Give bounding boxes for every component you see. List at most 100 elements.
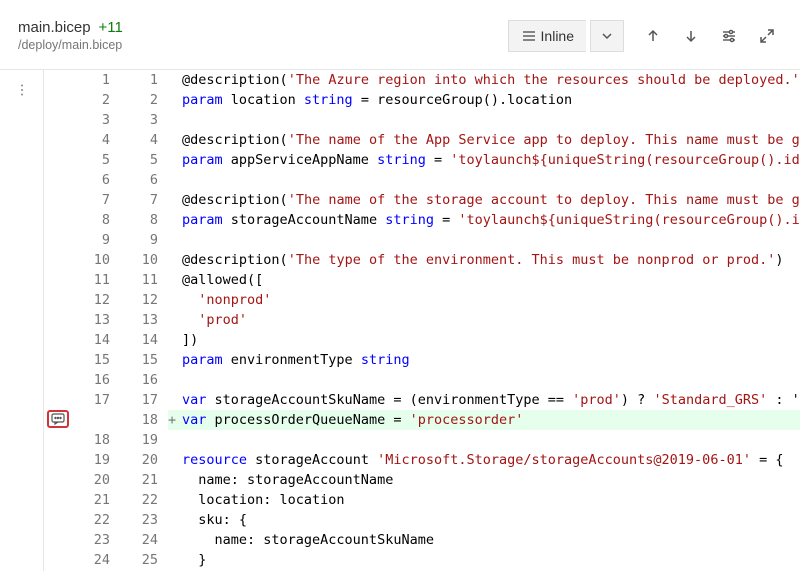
more-vertical-icon <box>15 83 29 97</box>
line-number-new: 14 <box>120 330 168 350</box>
line-number-new: 25 <box>120 550 168 570</box>
code-line: 11 @description('The Azure region into wh… <box>44 70 800 90</box>
line-number-new: 17 <box>120 390 168 410</box>
code-line: 2324 name: storageAccountSkuName <box>44 530 800 550</box>
line-number-new: 22 <box>120 490 168 510</box>
line-number-old: 20 <box>72 470 120 490</box>
sliders-icon <box>721 28 737 44</box>
comment-icon <box>51 413 65 425</box>
code-content: var storageAccountSkuName = (environment… <box>182 390 800 410</box>
code-content: @description('The name of the storage ac… <box>182 190 800 210</box>
code-content: @description('The type of the environmen… <box>182 250 800 270</box>
next-diff-button[interactable] <box>674 20 708 52</box>
code-line: 1717 var storageAccountSkuName = (environ… <box>44 390 800 410</box>
code-content: param location string = resourceGroup().… <box>182 90 800 110</box>
code-line: 1010@description('The type of the enviro… <box>44 250 800 270</box>
code-line: 1616 <box>44 370 800 390</box>
header-toolbar: Inline <box>508 20 784 52</box>
line-number-new: 12 <box>120 290 168 310</box>
code-content: resource storageAccount 'Microsoft.Stora… <box>182 450 800 470</box>
line-number-new: 19 <box>120 430 168 450</box>
line-number-new: 5 <box>120 150 168 170</box>
line-number-new: 13 <box>120 310 168 330</box>
code-line: 2223 sku: { <box>44 510 800 530</box>
list-view-icon <box>521 28 537 44</box>
line-number-new: 1 <box>120 70 168 90</box>
file-name: main.bicep <box>18 19 91 36</box>
line-number-new: 7 <box>120 190 168 210</box>
code-content: @allowed([ <box>182 270 800 290</box>
more-actions-button[interactable] <box>5 80 39 100</box>
code-content: sku: { <box>182 510 800 530</box>
diff-view-mode-dropdown[interactable] <box>590 20 624 52</box>
line-number-new: 4 <box>120 130 168 150</box>
line-number-old: 14 <box>72 330 120 350</box>
code-line: 77 @description('The name of the storage … <box>44 190 800 210</box>
line-number-new: 2 <box>120 90 168 110</box>
line-number-new: 6 <box>120 170 168 190</box>
code-content: var processOrderQueueName = 'processorde… <box>182 410 800 430</box>
line-number-old: 11 <box>72 270 120 290</box>
diff-code-area[interactable]: 11 @description('The Azure region into wh… <box>44 70 800 571</box>
code-line: 1212 'nonprod' <box>44 290 800 310</box>
line-number-old: 8 <box>72 210 120 230</box>
chevron-down-icon <box>601 30 613 42</box>
line-number-old: 2 <box>72 90 120 110</box>
line-number-new: 21 <box>120 470 168 490</box>
code-line: 1111@allowed([ <box>44 270 800 290</box>
code-content: 'prod' <box>182 310 800 330</box>
code-line: 1515param environmentType string <box>44 350 800 370</box>
line-number-old: 24 <box>72 550 120 570</box>
code-content: location: location <box>182 490 800 510</box>
line-number-old: 7 <box>72 190 120 210</box>
code-line: 1313 'prod' <box>44 310 800 330</box>
diff-view-mode-label: Inline <box>541 28 574 44</box>
code-content: name: storageAccountSkuName <box>182 530 800 550</box>
line-number-old: 15 <box>72 350 120 370</box>
line-number-old: 1 <box>72 70 120 90</box>
code-content: param storageAccountName string = 'toyla… <box>182 210 800 230</box>
file-header: main.bicep +11 /deploy/main.bicep Inline <box>0 0 800 70</box>
line-number-old: 13 <box>72 310 120 330</box>
line-number-new: 20 <box>120 450 168 470</box>
arrow-up-icon <box>645 28 661 44</box>
code-content: @description('The name of the App Servic… <box>182 130 800 150</box>
code-line: 1920 resource storageAccount 'Microsoft.S… <box>44 450 800 470</box>
code-line: 33 <box>44 110 800 130</box>
line-number-new: 24 <box>120 530 168 550</box>
code-line: 18+var processOrderQueueName = 'processo… <box>44 410 800 430</box>
code-line: 2021 name: storageAccountName <box>44 470 800 490</box>
code-line: 99 <box>44 230 800 250</box>
line-number-old: 21 <box>72 490 120 510</box>
diff-view-mode-button[interactable]: Inline <box>508 20 586 52</box>
code-content: @description('The Azure region into whic… <box>182 70 800 90</box>
code-line: 55 param appServiceAppName string = 'toyl… <box>44 150 800 170</box>
diff-sign: + <box>168 410 182 430</box>
line-number-old: 6 <box>72 170 120 190</box>
line-number-old: 19 <box>72 450 120 470</box>
code-content: 'nonprod' <box>182 290 800 310</box>
actions-rail <box>0 70 44 571</box>
code-content: } <box>182 550 800 570</box>
line-number-old: 3 <box>72 110 120 130</box>
prev-diff-button[interactable] <box>636 20 670 52</box>
line-number-new: 15 <box>120 350 168 370</box>
line-number-old: 22 <box>72 510 120 530</box>
line-number-old: 5 <box>72 150 120 170</box>
add-comment-button[interactable] <box>47 410 69 428</box>
expand-button[interactable] <box>750 20 784 52</box>
code-content: param appServiceAppName string = 'toylau… <box>182 150 800 170</box>
line-number-new: 8 <box>120 210 168 230</box>
settings-button[interactable] <box>712 20 746 52</box>
code-line: 22 param location string = resourceGroup(… <box>44 90 800 110</box>
line-number-old: 23 <box>72 530 120 550</box>
line-number-new: 18 <box>120 410 168 430</box>
code-content: name: storageAccountName <box>182 470 800 490</box>
code-line: 1819 <box>44 430 800 450</box>
line-number-old: 17 <box>72 390 120 410</box>
line-number-old: 9 <box>72 230 120 250</box>
file-path: /deploy/main.bicep <box>18 38 123 52</box>
line-number-old: 18 <box>72 430 120 450</box>
line-number-old: 10 <box>72 250 120 270</box>
line-number-new: 3 <box>120 110 168 130</box>
